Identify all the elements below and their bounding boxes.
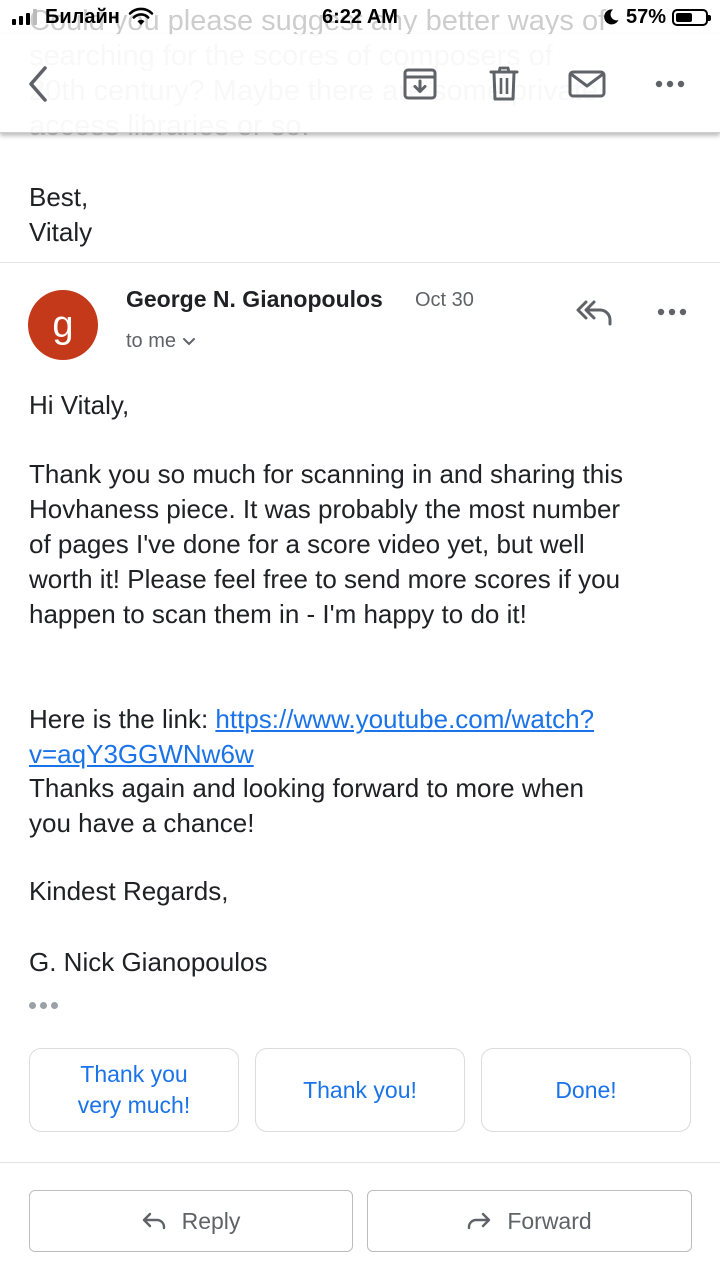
message-date: Oct 30 xyxy=(415,289,474,311)
message-link-line: Here is the link: https://www.youtube.co… xyxy=(29,667,699,772)
mark-unread-button[interactable] xyxy=(565,62,609,106)
mail-icon xyxy=(568,70,606,98)
smart-reply-2[interactable]: Thank you! xyxy=(255,1048,465,1132)
sender-name[interactable]: George N. Gianopoulos xyxy=(126,286,383,313)
more-icon xyxy=(657,308,687,316)
reply-all-icon xyxy=(576,300,612,326)
delete-button[interactable] xyxy=(482,62,526,106)
archive-button[interactable] xyxy=(398,62,442,106)
recipient-details[interactable]: to me xyxy=(126,330,196,353)
smart-reply-3[interactable]: Done! xyxy=(481,1048,691,1132)
forward-label: Forward xyxy=(507,1207,592,1234)
message-closing: Kindest Regards, xyxy=(29,876,229,906)
previous-message-sign-off: Best, xyxy=(29,182,89,212)
message-paragraph-1: Thank you so much for scanning in and sh… xyxy=(29,459,624,629)
back-arrow-icon xyxy=(29,66,47,102)
archive-icon xyxy=(403,68,437,100)
link-prefix: Here is the link: xyxy=(29,704,216,734)
sender-avatar[interactable]: g xyxy=(28,290,98,360)
status-bar: Билайн 6:22 AM 57% xyxy=(0,0,720,34)
forward-button[interactable]: Forward xyxy=(367,1190,692,1252)
youtube-link-part-2: v=aqY3GGWNw6w xyxy=(29,739,254,769)
battery-percentage: 57% xyxy=(625,5,666,28)
forward-icon xyxy=(468,1212,491,1230)
reply-all-button[interactable] xyxy=(572,292,616,332)
message-greeting: Hi Vitaly, xyxy=(29,390,130,420)
smart-reply-1[interactable]: Thank you very much! xyxy=(29,1048,239,1132)
reply-label: Reply xyxy=(181,1207,241,1234)
carrier-name: Билайн xyxy=(45,5,120,28)
message-divider xyxy=(0,262,720,263)
show-trimmed-content-button[interactable] xyxy=(29,1002,58,1009)
message-toolbar xyxy=(0,34,720,133)
more-options-button[interactable] xyxy=(648,62,692,106)
email-screen: Could you please suggest any better ways… xyxy=(0,0,720,1280)
previous-message-signature: Vitaly xyxy=(29,217,93,247)
reply-icon xyxy=(142,1212,165,1230)
battery-icon xyxy=(672,8,711,26)
message-more-button[interactable] xyxy=(650,300,694,324)
recipient-label: to me xyxy=(126,330,177,352)
do-not-disturb-moon-icon xyxy=(604,9,619,25)
actions-divider xyxy=(0,1162,720,1163)
back-button[interactable] xyxy=(16,62,60,106)
message-signature: G. Nick Gianopoulos xyxy=(29,947,268,977)
cellular-signal-icon xyxy=(12,9,37,25)
wifi-icon xyxy=(128,7,154,25)
reply-button[interactable]: Reply xyxy=(29,1190,353,1252)
chevron-down-icon xyxy=(183,337,196,345)
youtube-link-part-1: https://www.youtube.com/watch? xyxy=(215,704,595,734)
more-icon xyxy=(655,80,685,88)
message-paragraph-2: Thanks again and looking forward to more… xyxy=(29,773,584,838)
trash-icon xyxy=(489,66,519,101)
